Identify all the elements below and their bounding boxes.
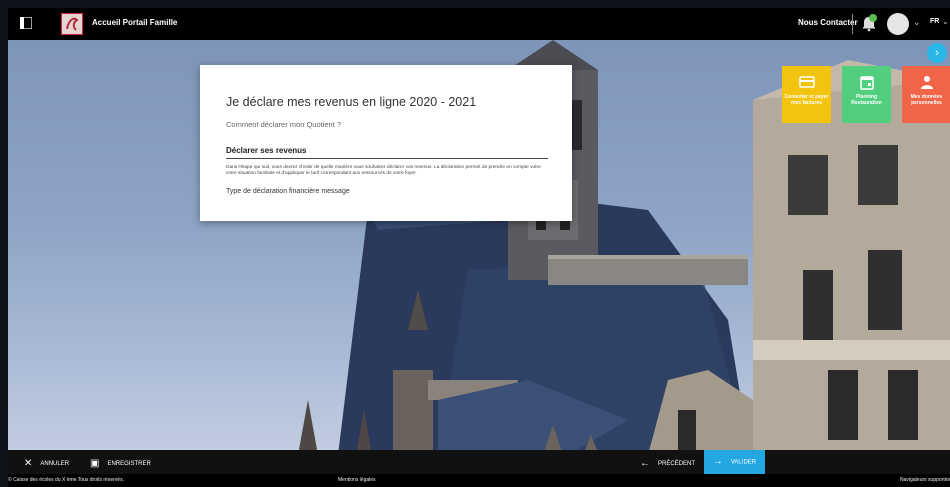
avatar[interactable] <box>887 13 909 35</box>
close-icon: ✕ <box>24 458 33 469</box>
menu-icon[interactable] <box>20 17 32 29</box>
save-icon: ▣ <box>90 458 100 469</box>
previous-label: PRÉCÉDENT <box>658 461 696 468</box>
legal-link[interactable]: Mentions légales <box>338 474 376 487</box>
section-divider <box>226 158 548 159</box>
tile-personal-data-label: Mes données personnelles <box>910 94 943 106</box>
app-title[interactable]: Accueil Portail Famille <box>92 18 177 27</box>
bell-icon[interactable] <box>860 14 878 32</box>
contact-link[interactable]: Nous Contacter <box>798 18 858 27</box>
divider <box>852 14 853 34</box>
copyright-text: © Caisse des écoles du X ème.Tous droits… <box>8 477 124 483</box>
cancel-label: ANNULER <box>40 461 70 468</box>
validate-button[interactable]: → VALIDER <box>704 450 765 474</box>
calendar-icon <box>859 76 874 90</box>
tile-personal-data[interactable]: Mes données personnelles <box>902 66 950 123</box>
arrow-left-icon: ← <box>640 458 650 469</box>
cancel-button[interactable]: ✕ ANNULER <box>24 458 69 469</box>
tile-planning[interactable]: Planning Restauration <box>842 66 891 123</box>
chevron-right-icon[interactable]: › <box>927 43 947 63</box>
section-description: Dans l'étape qui suit, vous devrez chois… <box>226 165 541 176</box>
declaration-card: Je déclare mes revenus en ligne 2020 - 2… <box>200 65 572 221</box>
card-icon <box>798 76 815 88</box>
person-icon <box>920 76 933 89</box>
logo-icon <box>66 17 79 31</box>
footer: © Caisse des écoles du X ème.Tous droits… <box>8 474 950 487</box>
tile-planning-label: Planning Restauration <box>851 94 882 106</box>
save-label: ENREGISTRER <box>107 461 151 468</box>
logo[interactable] <box>61 13 83 35</box>
arrow-right-icon: → <box>712 456 723 467</box>
validate-label: VALIDER <box>730 459 757 466</box>
save-button[interactable]: ▣ ENREGISTRER <box>90 458 151 469</box>
tile-invoices-label: Consulter et payer mes factures <box>784 94 829 106</box>
section-title: Déclarer ses revenus <box>226 146 307 155</box>
browsers-link[interactable]: Navigateurs supportés <box>900 474 950 487</box>
tile-invoices[interactable]: Consulter et payer mes factures <box>782 66 831 123</box>
action-bar: ✕ ANNULER ▣ ENREGISTRER ← PRÉCÉDENT <box>8 450 950 474</box>
previous-button[interactable]: ← PRÉCÉDENT <box>640 458 695 469</box>
chevron-down-icon[interactable]: ⌄ <box>913 17 921 28</box>
declaration-type-message: Type de déclaration financière message <box>226 188 350 195</box>
language-selector[interactable]: FR <box>930 18 939 25</box>
help-link[interactable]: Comment déclarer mon Quotient ? <box>226 120 341 129</box>
chevron-down-icon[interactable]: ⌄ <box>942 17 949 26</box>
page-title: Je déclare mes revenus en ligne 2020 - 2… <box>226 95 477 109</box>
top-bar: Accueil Portail Famille Nous Contacter ⌄… <box>8 8 950 40</box>
app-frame: Accueil Portail Famille Nous Contacter ⌄… <box>8 8 950 487</box>
